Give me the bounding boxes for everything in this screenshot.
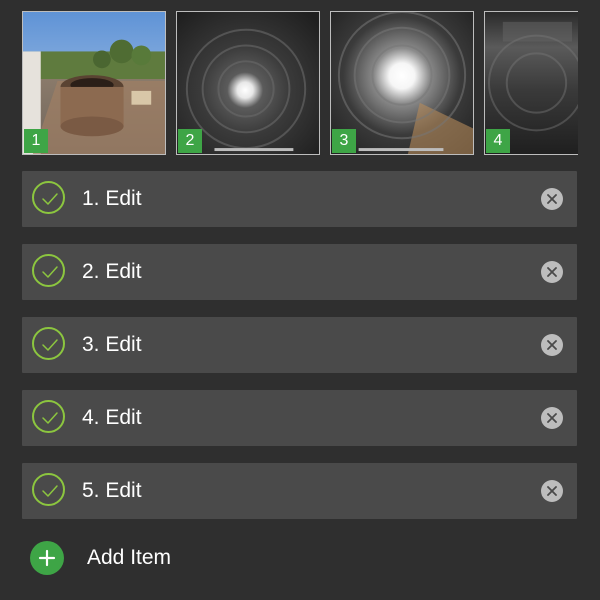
check-circle-icon — [32, 400, 65, 433]
photo-items-screen: 1 2 3 4 1. Edit 2. Edit 3. Edit 4. Edit … — [0, 0, 600, 600]
list-item[interactable]: 4. Edit — [22, 390, 577, 446]
add-item-button[interactable]: Add Item — [30, 541, 230, 575]
plus-circle-icon[interactable] — [30, 541, 64, 575]
thumbnail-number-badge: 2 — [178, 129, 202, 153]
close-circle-icon[interactable] — [541, 188, 563, 210]
checkmark-icon — [42, 193, 58, 205]
list-item-label: 2. Edit — [82, 260, 142, 283]
close-circle-icon[interactable] — [541, 261, 563, 283]
add-item-label: Add Item — [87, 546, 172, 569]
list-item[interactable]: 3. Edit — [22, 317, 577, 373]
x-icon — [547, 413, 557, 423]
close-circle-icon[interactable] — [541, 480, 563, 502]
x-icon — [547, 194, 557, 204]
list-item-label: 3. Edit — [82, 333, 142, 356]
checkmark-icon — [42, 412, 58, 424]
thumbnail-strip[interactable]: 1 2 3 4 — [22, 11, 578, 155]
edit-items-list: 1. Edit 2. Edit 3. Edit 4. Edit 5. Edit — [22, 171, 577, 536]
x-icon — [547, 340, 557, 350]
thumbnail-2[interactable]: 2 — [176, 11, 320, 155]
checkmark-icon — [42, 485, 58, 497]
check-circle-icon — [32, 181, 65, 214]
list-item[interactable]: 1. Edit — [22, 171, 577, 227]
check-circle-icon — [32, 254, 65, 287]
thumbnail-3[interactable]: 3 — [330, 11, 474, 155]
list-item-label: 4. Edit — [82, 406, 142, 429]
list-item[interactable]: 2. Edit — [22, 244, 577, 300]
list-item-label: 5. Edit — [82, 479, 142, 502]
plus-icon — [38, 549, 56, 567]
thumbnail-4[interactable]: 4 — [484, 11, 578, 155]
thumbnail-number-badge: 4 — [486, 129, 510, 153]
close-circle-icon[interactable] — [541, 334, 563, 356]
x-icon — [547, 486, 557, 496]
thumbnail-1[interactable]: 1 — [22, 11, 166, 155]
x-icon — [547, 267, 557, 277]
close-circle-icon[interactable] — [541, 407, 563, 429]
check-circle-icon — [32, 473, 65, 506]
list-item-label: 1. Edit — [82, 187, 142, 210]
thumbnail-number-badge: 3 — [332, 129, 356, 153]
checkmark-icon — [42, 266, 58, 278]
list-item[interactable]: 5. Edit — [22, 463, 577, 519]
thumbnail-number-badge: 1 — [24, 129, 48, 153]
checkmark-icon — [42, 339, 58, 351]
check-circle-icon — [32, 327, 65, 360]
